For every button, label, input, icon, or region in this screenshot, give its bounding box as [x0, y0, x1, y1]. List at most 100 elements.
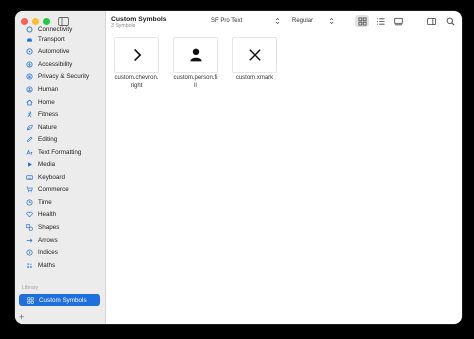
sidebar-item-arrows[interactable]: Arrows: [15, 234, 105, 247]
math-icon: [26, 262, 33, 269]
sidebar-item-accessibility[interactable]: Accessibility: [15, 58, 105, 71]
symbol-tile[interactable]: [173, 37, 218, 73]
chevron-up-down-icon: [329, 17, 334, 25]
search-icon: [446, 17, 454, 25]
sidebar-item-label: Indices: [38, 249, 58, 257]
sidebar-item-label: Custom Symbols: [39, 296, 87, 304]
arrow-icon: [26, 237, 33, 244]
search-button[interactable]: [443, 15, 457, 27]
zoom-window-button[interactable]: [43, 18, 50, 25]
chevron-right-icon: [133, 48, 141, 62]
sidebar-item-maths[interactable]: Maths: [15, 259, 105, 272]
sidebar-item-label: Shapes: [38, 223, 60, 231]
chevron-up-down-icon: [275, 17, 280, 25]
xmark-icon: [248, 49, 261, 61]
sidebar-item-commerce[interactable]: Commerce: [15, 184, 105, 197]
symbol-count: 3 Symbols: [111, 23, 136, 29]
font-select-value: SF Pro Text: [211, 18, 243, 24]
steering-wheel-icon: [26, 48, 33, 55]
sidebar-item-label: Media: [38, 161, 56, 169]
inspector-panel-icon: [426, 17, 436, 25]
library-section-label: Library: [22, 285, 39, 291]
window-controls: [21, 18, 50, 25]
symbol-tile[interactable]: [232, 37, 277, 73]
sidebar-item-label: Arrows: [38, 236, 58, 244]
sidebar-item-custom-symbols[interactable]: Custom Symbols: [19, 294, 100, 306]
sidebar-toggle-icon[interactable]: [58, 17, 69, 26]
sidebar-item-time[interactable]: Time: [15, 196, 105, 209]
weight-select-value: Regular: [292, 18, 314, 24]
play-icon: [26, 161, 33, 168]
category-list: Connectivity Transport Automotive Access…: [15, 26, 105, 271]
sidebar-item-indices[interactable]: Indices: [15, 246, 105, 259]
grid-view-icon: [357, 16, 367, 26]
sidebar-item-label: Maths: [38, 261, 56, 269]
sidebar-item-label: Keyboard: [38, 173, 65, 181]
sidebar-item-nature[interactable]: Nature: [15, 121, 105, 134]
sidebar-item-automotive[interactable]: Automotive: [15, 46, 105, 59]
sidebar-item-label: Text Formatting: [38, 148, 82, 156]
gallery-view-button[interactable]: [391, 15, 405, 27]
toolbar: Custom Symbols 3 Symbols SF Pro Text Reg…: [106, 11, 462, 33]
sidebar-item-keyboard[interactable]: Keyboard: [15, 171, 105, 184]
symbol-tile[interactable]: [114, 37, 159, 73]
font-select[interactable]: SF Pro Text: [206, 16, 283, 26]
sidebar-item-label: Editing: [38, 136, 58, 144]
sidebar-item-privacy-security[interactable]: Privacy & Security: [15, 71, 105, 84]
shapes-icon: [26, 224, 33, 231]
page-title: Custom Symbols: [111, 16, 167, 23]
sidebar-item-fitness[interactable]: Fitness: [15, 108, 105, 121]
symbol-name: custom.person.fill: [173, 75, 218, 89]
sidebar-item-health[interactable]: Health: [15, 209, 105, 222]
house-icon: [26, 99, 33, 106]
sidebar-item-label: Commerce: [38, 186, 69, 194]
symbol-name: custom.chevron.right: [114, 75, 159, 89]
sidebar-item-label: Accessibility: [38, 60, 73, 68]
sidebar-item-label: Time: [38, 198, 52, 206]
add-button[interactable]: +: [19, 312, 24, 322]
symbol-card[interactable]: custom.chevron.right: [114, 37, 159, 90]
symbol-grid: custom.chevron.right custom.person.fill: [114, 37, 277, 90]
sidebar-item-label: Nature: [38, 123, 57, 131]
sidebar-item-home[interactable]: Home: [15, 96, 105, 109]
sidebar-item-label: Health: [38, 211, 57, 219]
sidebar-item-label: Privacy & Security: [38, 73, 90, 81]
sidebar-item-label: Automotive: [38, 48, 70, 56]
sidebar-item-label: Fitness: [38, 111, 59, 119]
sidebar-item-editing[interactable]: Editing: [15, 133, 105, 146]
sidebar-item-media[interactable]: Media: [15, 158, 105, 171]
textformat-icon: [26, 149, 33, 156]
leaf-icon: [26, 124, 33, 131]
sidebar-item-connectivity[interactable]: Connectivity: [15, 26, 105, 33]
car-icon: [26, 36, 33, 43]
figure-run-icon: [26, 111, 33, 118]
keyboard-icon: [26, 174, 33, 181]
connectivity-icon: [26, 26, 33, 33]
inspector-toggle-button[interactable]: [424, 15, 438, 27]
list-view-button[interactable]: [373, 15, 387, 27]
symbol-card[interactable]: custom.person.fill: [173, 37, 218, 90]
clock-icon: [26, 199, 33, 206]
sidebar-item-transport[interactable]: Transport: [15, 33, 105, 46]
pencil-icon: [26, 136, 33, 143]
person-fill-icon: [189, 48, 202, 62]
symbol-card[interactable]: custom.xmark: [232, 37, 277, 90]
sidebar-item-text-formatting[interactable]: Text Formatting: [15, 146, 105, 159]
sidebar-item-label: Human: [38, 85, 59, 93]
grid-view-button[interactable]: [355, 15, 369, 27]
main-content: Custom Symbols 3 Symbols SF Pro Text Reg…: [106, 11, 462, 324]
cart-icon: [26, 186, 33, 193]
symbol-name: custom.xmark: [235, 75, 274, 81]
sidebar-item-label: Home: [38, 98, 55, 106]
app-window: Connectivity Transport Automotive Access…: [15, 11, 462, 324]
heart-icon: [26, 211, 33, 218]
close-window-button[interactable]: [21, 18, 28, 25]
sidebar-item-label: Connectivity: [38, 26, 73, 33]
sidebar-item-shapes[interactable]: Shapes: [15, 221, 105, 234]
gallery-view-icon: [393, 17, 403, 25]
weight-select[interactable]: Regular: [287, 16, 337, 26]
person-icon: [26, 86, 33, 93]
sidebar-item-human[interactable]: Human: [15, 83, 105, 96]
minimize-window-button[interactable]: [32, 18, 39, 25]
accessibility-icon: [26, 61, 33, 68]
